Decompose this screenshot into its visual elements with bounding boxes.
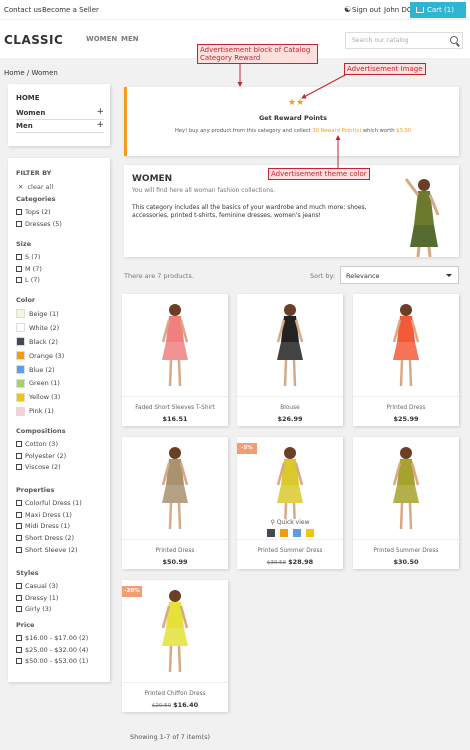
annotation-arrows xyxy=(237,64,348,168)
